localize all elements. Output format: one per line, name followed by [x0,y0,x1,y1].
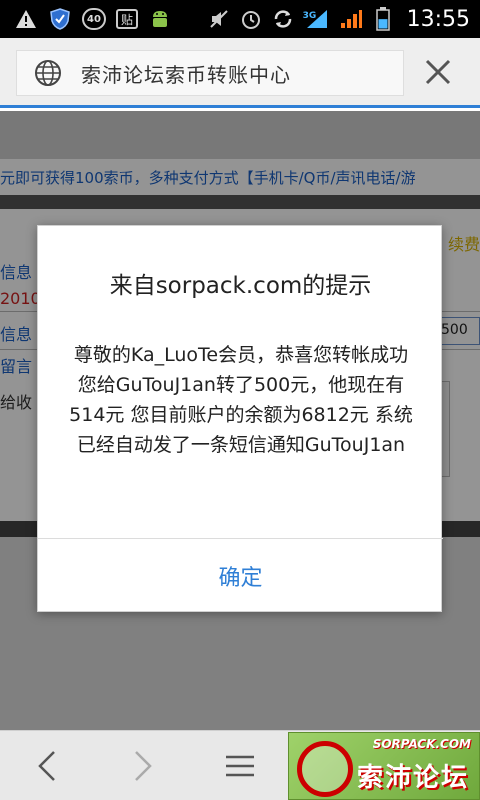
dialog-message: 尊敬的Ka_LuoTe会员，恭喜您转帐成功 您给GuTouJ1an转了500元，… [69,344,413,456]
battery-icon [371,7,395,31]
forward-icon[interactable] [122,746,162,786]
network-type-label: 3G [302,11,317,21]
alarm-icon [239,7,263,31]
shield-icon [48,7,72,31]
watermark-chinese: 索沛论坛 [356,763,469,793]
signal-3g-icon: 3G [303,7,331,31]
dialog-title: 来自sorpack.com的提示 [109,273,372,299]
ok-button[interactable]: 确定 [38,539,443,612]
menu-icon[interactable] [220,746,260,786]
signal-icon [339,7,363,31]
notification-count-badge: 40 [82,8,106,30]
status-bar: 40 贴 3G 13:55 [0,0,480,38]
clock-time: 13:55 [406,6,470,32]
sync-icon [271,7,295,31]
warning-icon [14,7,38,31]
alert-dialog: 来自sorpack.com的提示 尊敬的Ka_LuoTe会员，恭喜您转帐成功 您… [37,225,443,612]
android-icon [148,7,172,31]
browser-title-bar: 索沛论坛索币转账中心 [0,38,480,108]
watermark-url: SORPACK.COM [372,737,471,751]
sorpack-watermark-logo: SORPACK.COM 索沛论坛 [288,732,480,800]
globe-icon [33,58,63,88]
mute-icon [207,7,231,31]
logo-circle-icon [297,741,353,797]
tieba-icon: 贴 [116,9,138,29]
page-title-box[interactable]: 索沛论坛索币转账中心 [16,50,404,96]
page-title: 索沛论坛索币转账中心 [81,62,291,87]
back-icon[interactable] [28,746,68,786]
close-icon[interactable] [420,54,456,90]
